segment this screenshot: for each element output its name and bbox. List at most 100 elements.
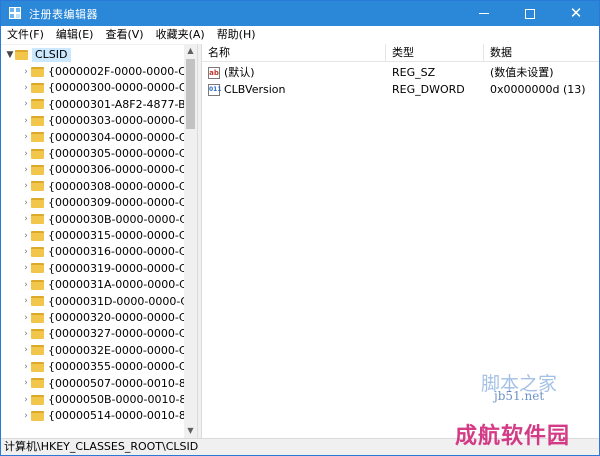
chevron-right-icon[interactable]: › bbox=[21, 181, 31, 191]
tree-item[interactable]: › {00000305-0000-0000-C000 bbox=[21, 145, 197, 161]
tree-scrollbar[interactable]: ▲ ▼ bbox=[184, 44, 197, 438]
menu-file[interactable]: 文件(F) bbox=[1, 26, 50, 44]
column-header-name[interactable]: 名称 bbox=[202, 44, 386, 62]
tree-item[interactable]: › {00000303-0000-0000-C000 bbox=[21, 113, 197, 129]
folder-icon bbox=[31, 197, 44, 208]
tree-item[interactable]: › {00000327-0000-0000-C000 bbox=[21, 326, 197, 342]
maximize-button[interactable] bbox=[507, 1, 553, 26]
minimize-icon bbox=[479, 13, 489, 14]
chevron-down-icon[interactable]: ▼ bbox=[5, 50, 15, 60]
folder-icon bbox=[31, 132, 44, 143]
chevron-right-icon[interactable]: › bbox=[21, 132, 31, 142]
folder-icon bbox=[31, 328, 44, 339]
folder-icon bbox=[31, 296, 44, 307]
tree-item-label: {00000507-0000-0010-8000 bbox=[48, 376, 197, 390]
value-type: REG_SZ bbox=[392, 66, 436, 79]
tree-item[interactable]: › {00000514-0000-0010-8000 bbox=[21, 408, 197, 424]
value-data: 0x0000000d (13) bbox=[490, 83, 586, 96]
chevron-right-icon[interactable]: › bbox=[21, 99, 31, 109]
tree-item[interactable]: › {0000002F-0000-0000-C000 bbox=[21, 63, 197, 79]
chevron-right-icon[interactable]: › bbox=[21, 116, 31, 126]
chevron-right-icon[interactable]: › bbox=[21, 395, 31, 405]
tree-item-label: {0000031D-0000-0000-C000 bbox=[48, 294, 197, 308]
folder-icon bbox=[31, 378, 44, 389]
maximize-icon bbox=[525, 8, 535, 19]
value-name: CLBVersion bbox=[224, 83, 286, 96]
title-bar[interactable]: 注册表编辑器 ✕ bbox=[1, 1, 599, 26]
folder-icon bbox=[31, 66, 44, 77]
folder-icon bbox=[31, 181, 44, 192]
minimize-button[interactable] bbox=[461, 1, 507, 26]
folder-icon bbox=[31, 82, 44, 93]
tree-item[interactable]: › {00000320-0000-0000-C000 bbox=[21, 309, 197, 325]
value-type: REG_DWORD bbox=[392, 83, 465, 96]
chevron-right-icon[interactable]: › bbox=[21, 263, 31, 273]
value-name: (默认) bbox=[224, 66, 255, 79]
chevron-right-icon[interactable]: › bbox=[21, 313, 31, 323]
folder-open-icon bbox=[15, 50, 28, 61]
tree-item[interactable]: › {00000319-0000-0000-C000 bbox=[21, 260, 197, 276]
chevron-right-icon[interactable]: › bbox=[21, 247, 31, 257]
folder-icon bbox=[31, 230, 44, 241]
chevron-right-icon[interactable]: › bbox=[21, 378, 31, 388]
tree-item[interactable]: › {00000300-0000-0000-C000 bbox=[21, 80, 197, 96]
chevron-right-icon[interactable]: › bbox=[21, 165, 31, 175]
tree-item[interactable]: › {00000309-0000-0000-C000 bbox=[21, 195, 197, 211]
column-header-data[interactable]: 数据 bbox=[484, 44, 599, 62]
chevron-right-icon[interactable]: › bbox=[21, 345, 31, 355]
chevron-right-icon[interactable]: › bbox=[21, 362, 31, 372]
scroll-thumb[interactable] bbox=[186, 59, 195, 129]
menu-edit[interactable]: 编辑(E) bbox=[50, 26, 100, 44]
tree-item-label: {00000315-0000-0000-C000 bbox=[48, 229, 197, 243]
tree-item-label: {0000002F-0000-0000-C000 bbox=[48, 65, 197, 79]
tree-root-clsid[interactable]: ▼ CLSID bbox=[5, 47, 71, 63]
tree-item[interactable]: › {0000031A-0000-0000-C000 bbox=[21, 277, 197, 293]
window-title: 注册表编辑器 bbox=[29, 7, 98, 21]
tree-item[interactable]: › {00000308-0000-0000-C000 bbox=[21, 178, 197, 194]
chevron-right-icon[interactable]: › bbox=[21, 149, 31, 159]
tree-item-label: {00000355-0000-0000-C000 bbox=[48, 360, 197, 374]
folder-icon bbox=[31, 115, 44, 126]
tree-item[interactable]: › {00000316-0000-0000-C000 bbox=[21, 244, 197, 260]
tree-item[interactable]: › {00000306-0000-0000-C000 bbox=[21, 162, 197, 178]
value-row-clbversion[interactable]: 011 CLBVersion REG_DWORD 0x0000000d (13) bbox=[202, 81, 599, 98]
tree-item[interactable]: › {0000031D-0000-0000-C000 bbox=[21, 293, 197, 309]
tree-item-label: {00000319-0000-0000-C000 bbox=[48, 261, 197, 275]
watermark-site: jb51.net bbox=[494, 389, 545, 403]
column-header-type[interactable]: 类型 bbox=[386, 44, 484, 62]
watermark-brand: 成航软件园 bbox=[455, 423, 571, 449]
tree-item[interactable]: › {0000030B-0000-0000-C000 bbox=[21, 211, 197, 227]
chevron-right-icon[interactable]: › bbox=[21, 67, 31, 77]
tree-item[interactable]: › {00000304-0000-0000-C000 bbox=[21, 129, 197, 145]
folder-icon bbox=[31, 361, 44, 372]
chevron-right-icon[interactable]: › bbox=[21, 329, 31, 339]
menu-favorites[interactable]: 收藏夹(A) bbox=[150, 26, 211, 44]
chevron-right-icon[interactable]: › bbox=[21, 231, 31, 241]
tree-item[interactable]: › {00000315-0000-0000-C000 bbox=[21, 227, 197, 243]
tree-item-label: {0000031A-0000-0000-C000 bbox=[48, 278, 197, 292]
key-tree-pane[interactable]: ▼ CLSID › {0000002F-0000-0000-C000 › {00000… bbox=[1, 44, 197, 438]
chevron-right-icon[interactable]: › bbox=[21, 214, 31, 224]
close-button[interactable]: ✕ bbox=[553, 1, 599, 26]
tree-item-label: {00000305-0000-0000-C000 bbox=[48, 147, 197, 161]
value-row-default[interactable]: ab (默认) REG_SZ (数值未设置) bbox=[202, 64, 599, 81]
chevron-right-icon[interactable]: › bbox=[21, 296, 31, 306]
chevron-right-icon[interactable]: › bbox=[21, 198, 31, 208]
menu-help[interactable]: 帮助(H) bbox=[211, 26, 262, 44]
tree-item-label: {00000306-0000-0000-C000 bbox=[48, 163, 197, 177]
tree-item[interactable]: › {0000050B-0000-0010-8000 bbox=[21, 391, 197, 407]
tree-item[interactable]: › {00000301-A8F2-4877-BA0A bbox=[21, 96, 197, 112]
tree-item[interactable]: › {00000507-0000-0010-8000 bbox=[21, 375, 197, 391]
scroll-up-icon[interactable]: ▲ bbox=[184, 44, 197, 58]
chevron-right-icon[interactable]: › bbox=[21, 280, 31, 290]
chevron-right-icon[interactable]: › bbox=[21, 411, 31, 421]
tree-item[interactable]: › {0000032E-0000-0000-C000 bbox=[21, 342, 197, 358]
scroll-down-icon[interactable]: ▼ bbox=[184, 424, 197, 438]
tree-item[interactable]: › {00000355-0000-0000-C000 bbox=[21, 359, 197, 375]
tree-item-label: {00000320-0000-0000-C000 bbox=[48, 311, 197, 325]
folder-icon bbox=[31, 148, 44, 159]
menu-view[interactable]: 查看(V) bbox=[99, 26, 149, 44]
folder-icon bbox=[31, 345, 44, 356]
chevron-right-icon[interactable]: › bbox=[21, 83, 31, 93]
folder-icon bbox=[31, 246, 44, 257]
